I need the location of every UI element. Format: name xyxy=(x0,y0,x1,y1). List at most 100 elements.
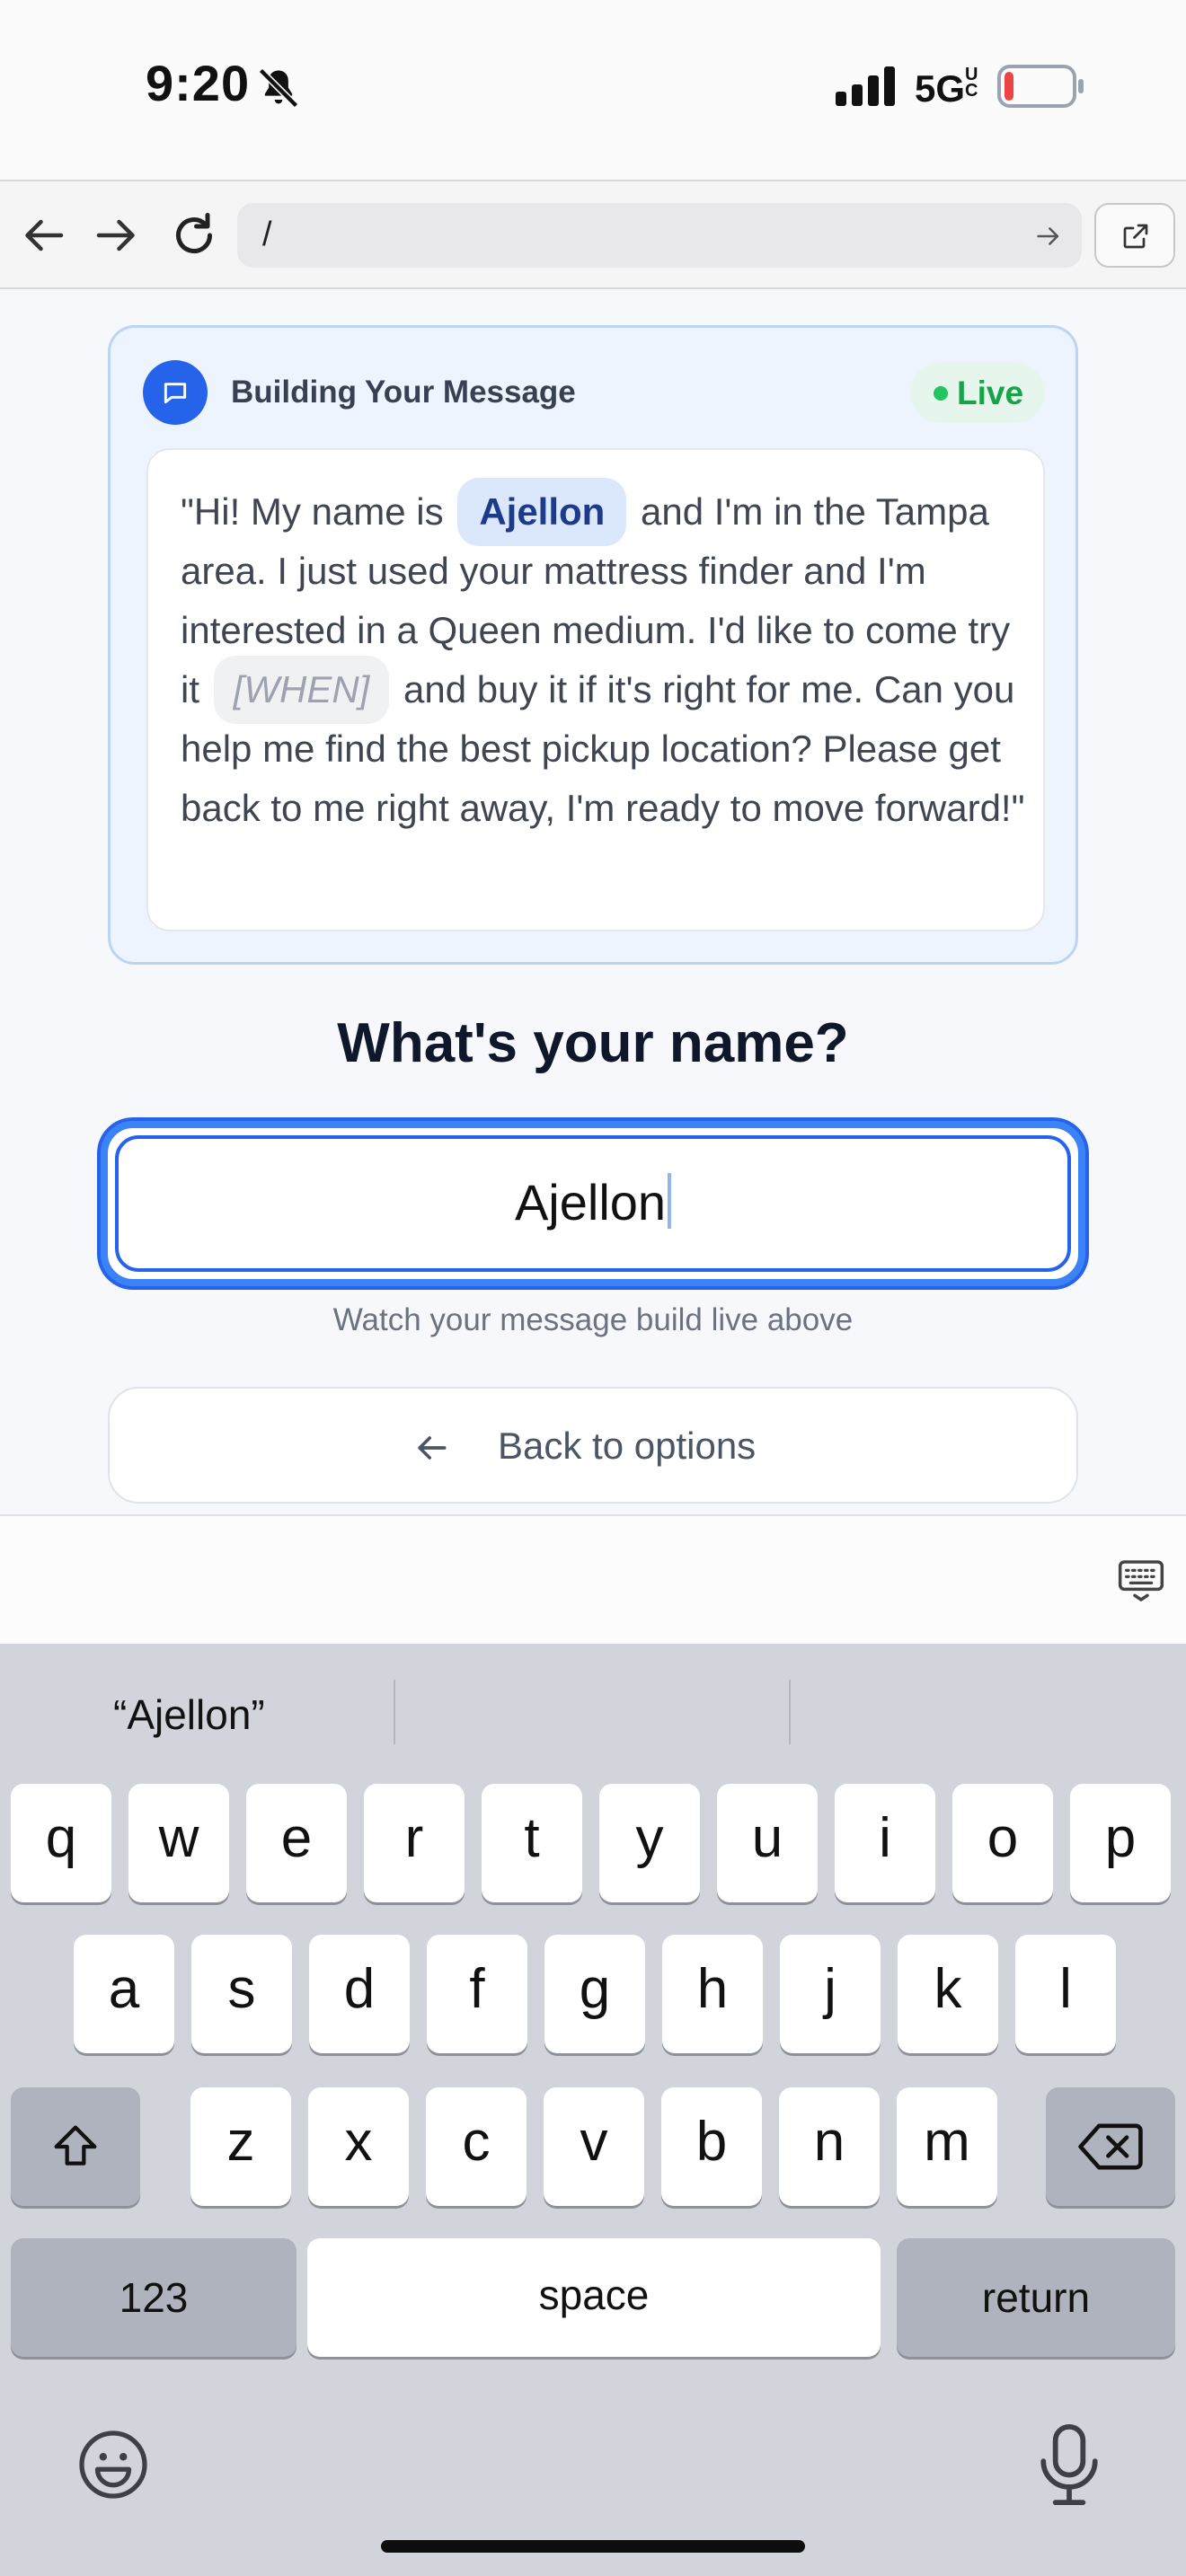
keyboard-dismiss-icon[interactable] xyxy=(1116,1556,1166,1606)
key-q[interactable]: q xyxy=(11,1784,111,1902)
key-label: a xyxy=(108,1958,140,2020)
key-label: d xyxy=(343,1958,376,2020)
key-label: g xyxy=(579,1958,611,2020)
keyboard-accessory-bar xyxy=(0,1514,1186,1644)
key-f[interactable]: f xyxy=(427,1935,527,2053)
network-type: 5G xyxy=(915,67,966,110)
key-d[interactable]: d xyxy=(309,1935,410,2053)
key-e[interactable]: e xyxy=(246,1784,347,1902)
input-hint: Watch your message build live above xyxy=(332,1302,854,1337)
return-key[interactable]: return xyxy=(897,2238,1175,2357)
key-label: u xyxy=(751,1807,783,1869)
message-preview: "Hi! My name is Ajellon and I'm in the T… xyxy=(146,448,1045,931)
key-a[interactable]: a xyxy=(74,1935,174,2053)
name-input[interactable]: Ajellon xyxy=(101,1121,1085,1286)
message-icon xyxy=(143,360,208,425)
key-u[interactable]: u xyxy=(717,1784,818,1902)
numbers-key[interactable]: 123 xyxy=(11,2238,296,2357)
key-label: h xyxy=(696,1958,729,2020)
space-key-label: space xyxy=(538,2272,650,2318)
key-label: j xyxy=(824,1958,836,2020)
key-label: o xyxy=(987,1807,1019,1869)
message-text: "Hi! My name is Ajellon and I'm in the T… xyxy=(181,478,1025,838)
key-label: f xyxy=(469,1958,485,2020)
name-chip: Ajellon xyxy=(457,478,627,546)
network-label: 5GUC xyxy=(915,66,981,110)
key-i[interactable]: i xyxy=(835,1784,935,1902)
key-h[interactable]: h xyxy=(662,1935,763,2053)
numbers-key-label: 123 xyxy=(119,2274,189,2321)
key-j[interactable]: j xyxy=(780,1935,881,2053)
key-label: x xyxy=(344,2111,373,2173)
key-label: w xyxy=(158,1807,199,1869)
key-b[interactable]: b xyxy=(661,2087,762,2206)
back-to-options-button[interactable]: Back to options xyxy=(108,1387,1078,1504)
key-g[interactable]: g xyxy=(544,1935,645,2053)
live-label: Live xyxy=(957,375,1024,411)
key-label: y xyxy=(635,1807,664,1869)
name-text: Ajellon xyxy=(514,1174,667,1231)
backspace-icon xyxy=(1078,2123,1143,2170)
question-heading: What's your name? xyxy=(337,1012,849,1074)
key-n[interactable]: n xyxy=(779,2087,880,2206)
key-label: t xyxy=(524,1807,540,1869)
key-m[interactable]: m xyxy=(897,2087,997,2206)
open-external-button[interactable] xyxy=(1094,203,1175,268)
delete-key[interactable] xyxy=(1046,2087,1175,2206)
go-arrow-icon[interactable] xyxy=(1033,221,1064,251)
back-arrow-icon[interactable] xyxy=(16,208,70,262)
emoji-icon[interactable] xyxy=(75,2427,151,2502)
suggestion-bar: “Ajellon” xyxy=(0,1644,1186,1778)
suggestion-divider xyxy=(789,1680,791,1744)
key-x[interactable]: x xyxy=(308,2087,409,2206)
key-p[interactable]: p xyxy=(1070,1784,1171,1902)
signal-icon xyxy=(836,66,895,106)
keyboard: “Ajellon” 123 space return q w e r t y u i o p a s d xyxy=(0,1644,1186,2576)
key-o[interactable]: o xyxy=(952,1784,1053,1902)
key-c[interactable]: c xyxy=(426,2087,527,2206)
clock: 9:20 xyxy=(146,55,251,111)
key-s[interactable]: s xyxy=(191,1935,292,2053)
key-v[interactable]: v xyxy=(544,2087,644,2206)
key-label: b xyxy=(695,2111,728,2173)
shift-key[interactable] xyxy=(11,2087,140,2206)
browser-toolbar: / xyxy=(0,180,1186,289)
live-badge: Live xyxy=(910,362,1045,423)
back-to-options-label: Back to options xyxy=(498,1425,757,1467)
bell-off-icon xyxy=(258,67,299,109)
key-label: k xyxy=(934,1958,962,2020)
suggestion-1[interactable]: “Ajellon” xyxy=(113,1690,265,1739)
key-label: m xyxy=(924,2111,970,2173)
suggestion-divider xyxy=(394,1680,395,1744)
status-bar: 9:20 5GUC xyxy=(0,0,1186,180)
url-field[interactable]: / xyxy=(237,203,1082,268)
key-l[interactable]: l xyxy=(1015,1935,1116,2053)
battery-icon xyxy=(997,65,1084,108)
card-title: Building Your Message xyxy=(231,375,576,410)
forward-arrow-icon[interactable] xyxy=(90,208,144,262)
when-placeholder-chip: [WHEN] xyxy=(213,656,390,724)
reload-icon[interactable] xyxy=(167,208,221,262)
return-key-label: return xyxy=(981,2274,1091,2321)
key-label: r xyxy=(404,1807,424,1869)
network-suffix: UC xyxy=(965,65,978,101)
key-label: z xyxy=(226,2111,255,2173)
live-dot xyxy=(934,386,948,401)
message-preview-card: Building Your Message Live "Hi! My name … xyxy=(108,325,1078,965)
shift-icon xyxy=(54,2125,97,2166)
key-label: p xyxy=(1104,1807,1137,1869)
key-z[interactable]: z xyxy=(190,2087,291,2206)
key-label: s xyxy=(227,1958,256,2020)
key-r[interactable]: r xyxy=(364,1784,465,1902)
key-k[interactable]: k xyxy=(898,1935,998,2053)
text-caret xyxy=(668,1173,672,1229)
key-label: i xyxy=(879,1807,891,1869)
key-label: e xyxy=(280,1807,313,1869)
microphone-icon[interactable] xyxy=(1033,2423,1105,2506)
key-label: v xyxy=(580,2111,608,2173)
key-y[interactable]: y xyxy=(599,1784,700,1902)
name-input-value: Ajellon xyxy=(108,1173,1078,1231)
space-key[interactable]: space xyxy=(307,2238,881,2357)
key-t[interactable]: t xyxy=(482,1784,582,1902)
key-w[interactable]: w xyxy=(128,1784,229,1902)
